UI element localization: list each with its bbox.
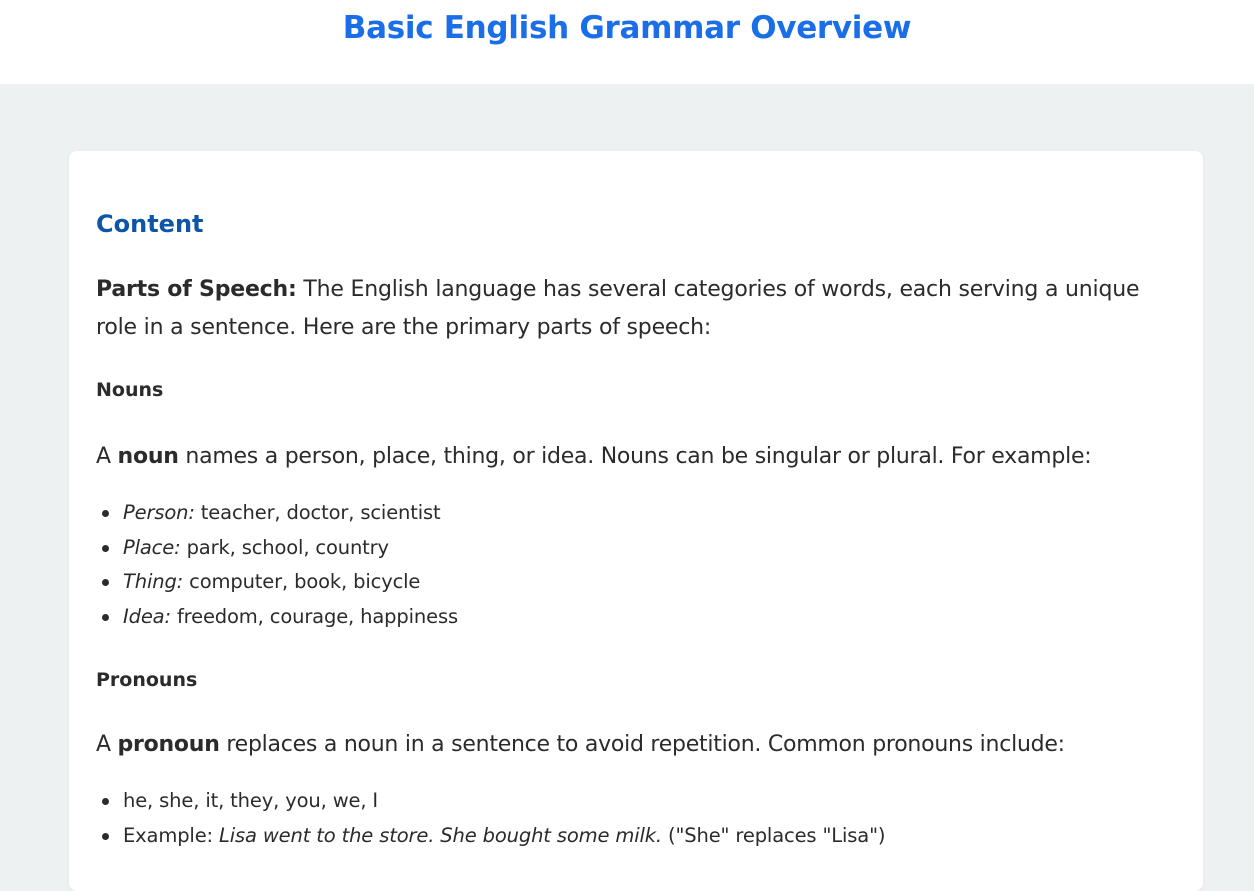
pronouns-paragraph: A pronoun replaces a noun in a sentence … [96,729,1186,761]
nouns-para-pre: A [96,444,118,469]
example-note: ("She" replaces "Lisa") [661,823,886,847]
pronouns-para-pre: A [96,732,118,757]
pronouns-heading: Pronouns [96,669,198,691]
nouns-term: noun [117,444,179,469]
list-item-text: computer, book, bicycle [183,570,421,593]
pronouns-para-post: replaces a noun in a sentence to avoid r… [219,732,1065,757]
nouns-para-post: names a person, place, thing, or idea. N… [178,444,1092,469]
list-item: Place: park, school, country [96,531,458,566]
pronouns-term: pronoun [117,732,220,757]
top-header: Basic English Grammar Overview [0,0,1254,84]
intro-paragraph: Parts of Speech: The English language ha… [96,271,1176,347]
list-item: Person: teacher, doctor, scientist [96,496,458,531]
content-card: Content Parts of Speech: The English lan… [69,151,1203,891]
list-item-label: Place: [123,535,181,559]
list-item-label: Idea: [123,604,171,628]
list-item: Example: Lisa went to the store. She bou… [96,819,886,854]
list-item-text: teacher, doctor, scientist [194,501,441,524]
nouns-heading: Nouns [96,379,164,401]
list-item: Idea: freedom, courage, happiness [96,600,458,635]
section-heading: Content [96,210,204,238]
page-title: Basic English Grammar Overview [342,10,912,46]
list-item-text: freedom, courage, happiness [170,604,458,628]
list-item-label: Thing: [123,570,184,593]
list-item-text: he, she, it, they, you, we, I [123,789,379,812]
nouns-paragraph: A noun names a person, place, thing, or … [96,441,1186,473]
pronouns-list: he, she, it, they, you, we, I Example: L… [96,784,886,854]
list-item: Thing: computer, book, bicycle [96,565,458,600]
list-item-text: park, school, country [180,535,390,559]
example-sentence: Lisa went to the store. She bought some … [219,823,662,847]
list-item: he, she, it, they, you, we, I [96,784,885,819]
list-item-label: Person: [123,501,195,524]
intro-term: Parts of Speech: [96,277,297,302]
nouns-list: Person: teacher, doctor, scientist Place… [96,496,458,634]
example-label: Example: [123,823,220,847]
